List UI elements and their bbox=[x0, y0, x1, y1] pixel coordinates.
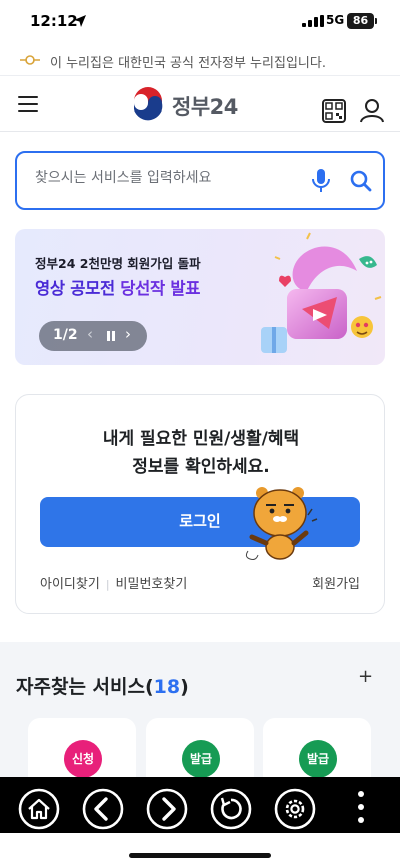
network-type: 5G bbox=[326, 13, 345, 27]
frequent-services-label: 자주찾는 서비스 bbox=[16, 676, 145, 698]
status-time: 12:12 bbox=[30, 12, 78, 30]
gov-mark-icon bbox=[20, 55, 40, 65]
search-icon[interactable] bbox=[349, 169, 373, 193]
battery-icon: 86 bbox=[347, 13, 377, 29]
more-icon[interactable] bbox=[356, 791, 366, 825]
refresh-icon[interactable] bbox=[210, 788, 252, 830]
settings-icon[interactable] bbox=[274, 788, 316, 830]
promo-title: 영상 공모전 당선작 발표 bbox=[35, 275, 200, 299]
account-links: 아이디찾기 | 비밀번호찾기 bbox=[40, 577, 188, 592]
find-id-link[interactable]: 아이디찾기 bbox=[40, 577, 100, 592]
search-box bbox=[15, 151, 385, 210]
signal-icon bbox=[302, 15, 324, 27]
gov-banner-text: 이 누리집은 대한민국 공식 전자정부 누리집입니다. bbox=[50, 56, 326, 71]
status-bar: 12:12 5G 86 bbox=[0, 0, 400, 46]
gov-official-banner[interactable]: 이 누리집은 대한민국 공식 전자정부 누리집입니다. bbox=[0, 46, 400, 76]
service-badge: 발급 bbox=[299, 740, 337, 778]
chevron-right-icon[interactable]: › bbox=[125, 325, 131, 343]
user-icon[interactable] bbox=[359, 97, 385, 123]
service-badge: 신청 bbox=[64, 740, 102, 778]
promo-headline: 정부24 2천만명 회원가입 돌파 bbox=[35, 256, 201, 271]
signup-link[interactable]: 회원가입 bbox=[312, 573, 360, 592]
promo-title-part2: 당선작 발표 bbox=[120, 279, 201, 298]
qr-code-icon[interactable] bbox=[322, 99, 346, 123]
promo-title-part1: 영상 공모전 bbox=[35, 279, 121, 298]
logo-text: 정부24 bbox=[172, 95, 238, 119]
home-indicator-area bbox=[0, 833, 400, 865]
hamburger-menu-icon[interactable] bbox=[18, 96, 38, 112]
login-message: 내게 필요한 민원/생활/혜택 정보를 확인하세요. bbox=[16, 425, 386, 481]
service-badge: 발급 bbox=[182, 740, 220, 778]
find-password-link[interactable]: 비밀번호찾기 bbox=[116, 577, 188, 592]
add-service-icon[interactable]: + bbox=[358, 666, 373, 687]
home-icon[interactable] bbox=[18, 788, 60, 830]
pager-count: 1/2 bbox=[53, 327, 78, 343]
login-message-line2: 정보를 확인하세요. bbox=[132, 457, 270, 477]
count-close-paren: ) bbox=[180, 676, 189, 698]
microphone-icon[interactable] bbox=[309, 168, 333, 194]
bottom-nav-bar bbox=[0, 777, 400, 833]
home-indicator[interactable] bbox=[129, 853, 271, 858]
ryan-character-icon bbox=[245, 487, 318, 560]
frequent-services-section: 자주찾는 서비스(18) + 신청 발급 발급 bbox=[0, 642, 400, 788]
promo-banner[interactable]: 정부24 2천만명 회원가입 돌파 영상 공모전 당선작 발표 1/2 ‹ › bbox=[15, 229, 385, 365]
login-card: 내게 필요한 민원/생활/혜택 정보를 확인하세요. 로그인 아이디찾기 | 비밀번… bbox=[15, 394, 385, 614]
pause-icon[interactable] bbox=[106, 331, 116, 341]
carousel-pager: 1/2 ‹ › bbox=[39, 321, 147, 351]
header: 정부24 bbox=[0, 76, 400, 132]
frequent-services-count: 18 bbox=[153, 676, 181, 698]
taegeuk-logo-icon[interactable] bbox=[130, 86, 166, 122]
back-icon[interactable] bbox=[82, 788, 124, 830]
forward-icon[interactable] bbox=[146, 788, 188, 830]
chevron-left-icon[interactable]: ‹ bbox=[87, 325, 93, 343]
location-arrow-icon bbox=[74, 15, 86, 27]
gift-box-illustration bbox=[261, 232, 382, 353]
search-input[interactable] bbox=[35, 170, 285, 186]
count-open-paren: ( bbox=[144, 676, 154, 698]
frequent-services-title: 자주찾는 서비스(18) bbox=[16, 672, 189, 699]
login-message-line1: 내게 필요한 민원/생활/혜택 bbox=[102, 429, 300, 449]
